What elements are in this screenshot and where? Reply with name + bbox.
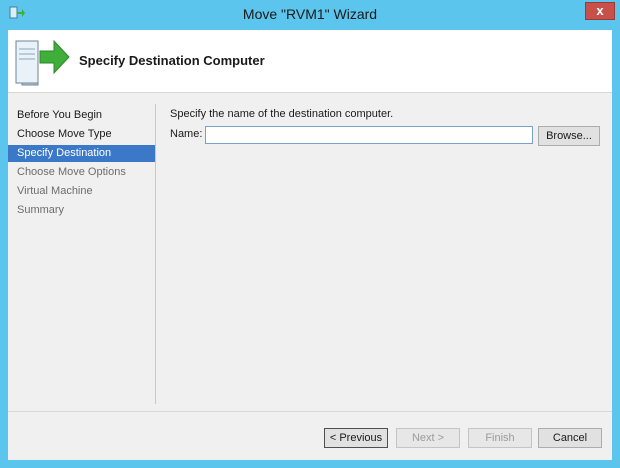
nav-item-choose-move-type[interactable]: Choose Move Type <box>8 126 155 143</box>
instruction-text: Specify the name of the destination comp… <box>170 108 394 120</box>
nav-item-specify-destination[interactable]: Specify Destination <box>8 145 155 162</box>
window-title: Move "RVM1" Wizard <box>242 6 378 22</box>
name-label: Name: <box>170 128 203 140</box>
wizard-steps: Before You Begin Choose Move Type Specif… <box>8 102 155 402</box>
nav-item-choose-move-options: Choose Move Options <box>17 166 126 178</box>
nav-item-before-you-begin[interactable]: Before You Begin <box>8 107 155 124</box>
finish-button[interactable]: Finish <box>468 428 532 448</box>
cancel-button[interactable]: Cancel <box>538 428 602 448</box>
wizard-window: Move "RVM1" Wizard x Specify Destination… <box>0 0 620 468</box>
title-bar[interactable]: Move "RVM1" Wizard x <box>0 0 620 28</box>
wizard-body: Specify Destination Computer Before You … <box>8 30 612 460</box>
wizard-header: Specify Destination Computer <box>8 30 612 93</box>
server-move-icon <box>14 33 70 89</box>
close-icon: x <box>596 3 604 18</box>
destination-name-input[interactable] <box>205 126 533 144</box>
nav-divider <box>155 104 156 404</box>
footer-divider <box>8 411 612 412</box>
nav-item-virtual-machine: Virtual Machine <box>17 185 93 197</box>
previous-button[interactable]: < Previous <box>324 428 388 448</box>
next-button[interactable]: Next > <box>396 428 460 448</box>
close-button[interactable]: x <box>585 2 615 20</box>
nav-item-summary: Summary <box>17 204 65 216</box>
browse-button[interactable]: Browse... <box>538 126 600 146</box>
page-title: Specify Destination Computer <box>79 53 265 68</box>
